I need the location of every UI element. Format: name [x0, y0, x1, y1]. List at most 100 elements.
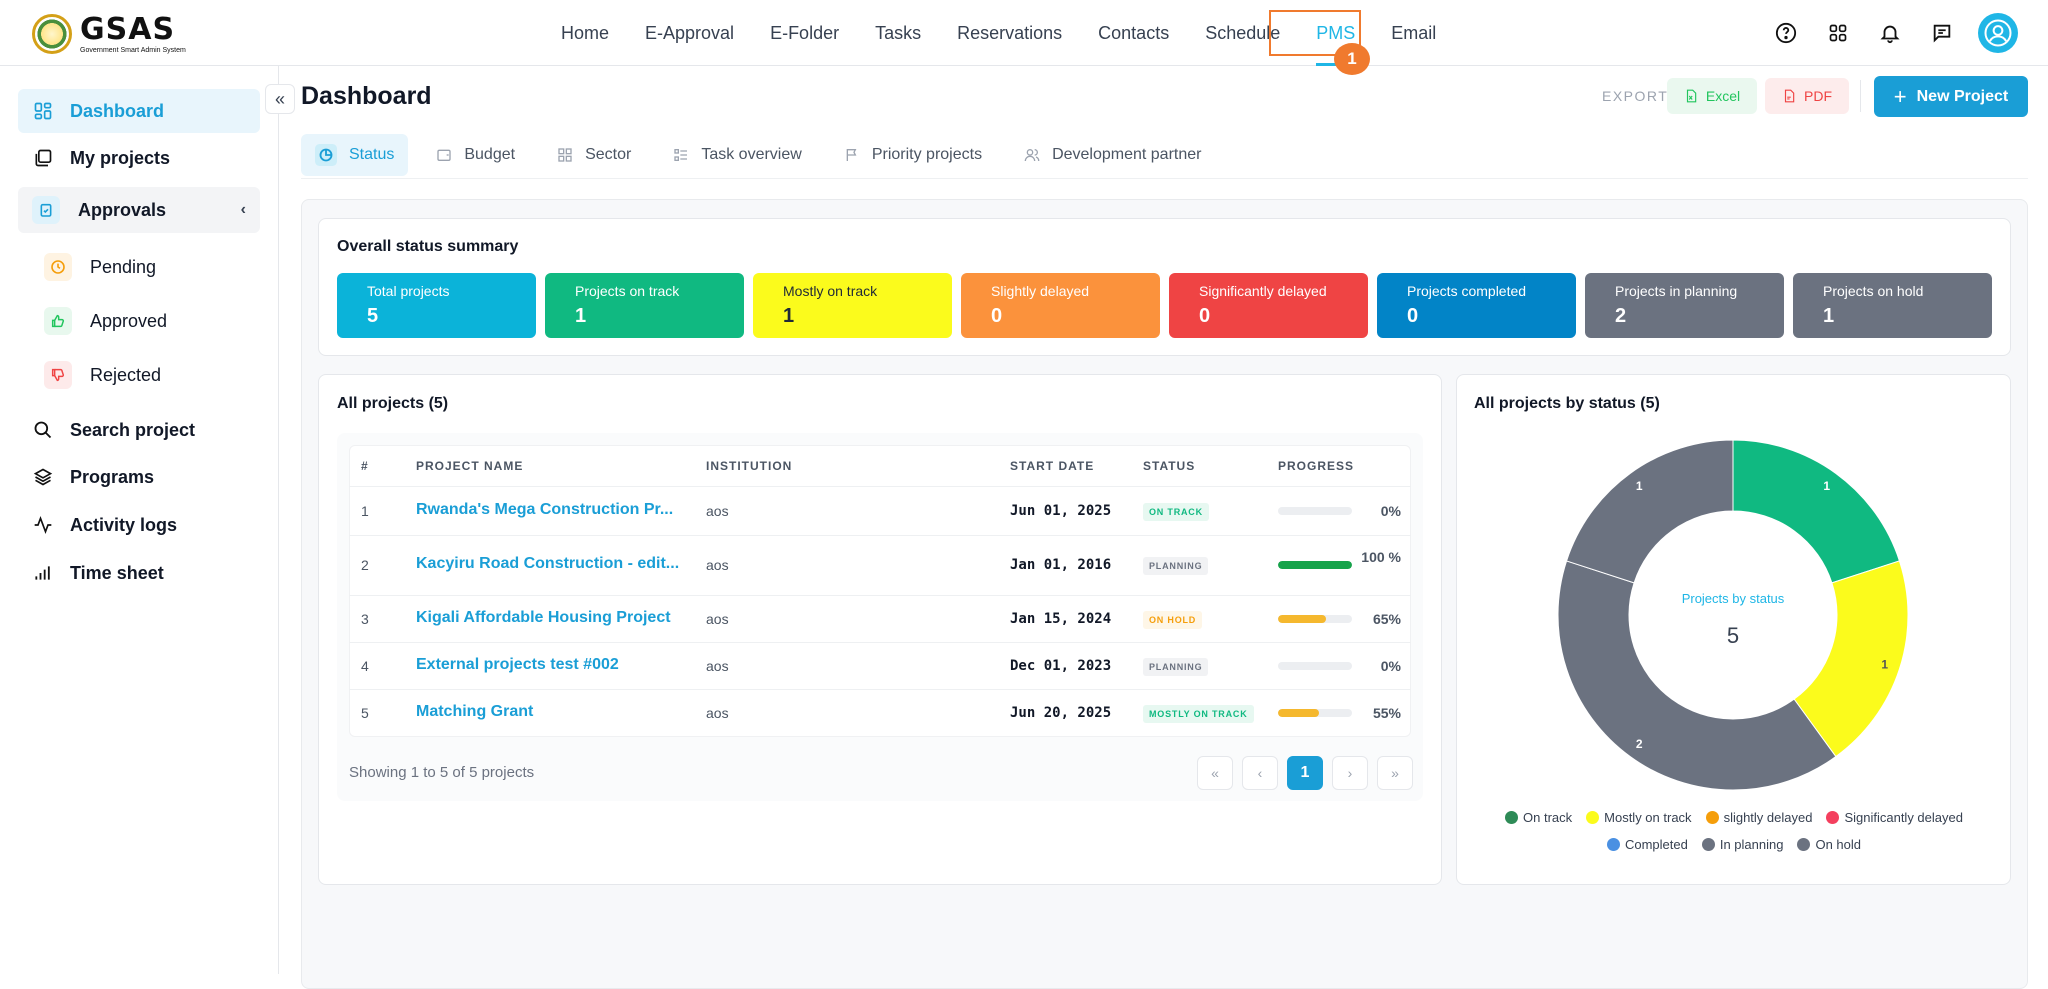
- sidebar-subitem-pending[interactable]: Pending: [44, 247, 156, 287]
- sidebar-item-label: My projects: [70, 147, 171, 168]
- tab-priority-projects[interactable]: Priority projects: [830, 134, 996, 176]
- progress-percent: 0%: [1380, 657, 1401, 674]
- pagination-prev-button[interactable]: ‹: [1242, 756, 1278, 790]
- export-excel-button[interactable]: Excel: [1667, 78, 1757, 114]
- pagination-next-button[interactable]: ›: [1332, 756, 1368, 790]
- nav-email[interactable]: Email: [1373, 0, 1454, 66]
- stat-card[interactable]: Significantly delayed 0: [1169, 273, 1368, 338]
- legend-item[interactable]: In planning: [1701, 837, 1783, 852]
- tab-status[interactable]: Status: [301, 134, 409, 176]
- top-bar: GSAS Government Smart Admin System Home …: [0, 0, 2048, 66]
- new-project-button[interactable]: + New Project: [1874, 76, 2028, 117]
- nav-e-folder[interactable]: E-Folder: [752, 0, 857, 66]
- brand-logo[interactable]: GSAS Government Smart Admin System: [32, 14, 186, 54]
- tab-sector[interactable]: Sector: [543, 134, 645, 176]
- search-icon: [32, 419, 54, 441]
- pagination-page-1[interactable]: 1: [1287, 756, 1323, 790]
- nav-e-approval[interactable]: E-Approval: [627, 0, 752, 66]
- tab-budget[interactable]: Budget: [422, 134, 529, 176]
- sidebar-item-programs[interactable]: Programs: [18, 455, 260, 499]
- donut-slice[interactable]: [1732, 439, 1901, 584]
- column-header-progress[interactable]: PROGRESS: [1278, 459, 1354, 473]
- nav-reservations[interactable]: Reservations: [939, 0, 1080, 66]
- stat-card[interactable]: Projects completed 0: [1377, 273, 1576, 338]
- status-badge: PLANNING: [1143, 657, 1209, 676]
- nav-contacts[interactable]: Contacts: [1080, 0, 1187, 66]
- sidebar-item-activity-logs[interactable]: Activity logs: [18, 503, 260, 547]
- legend-swatch: [1826, 811, 1840, 824]
- donut-slice[interactable]: [1565, 439, 1734, 584]
- project-name-link[interactable]: Matching Grant: [416, 703, 533, 721]
- tab-development-partner[interactable]: Development partner: [1010, 134, 1215, 176]
- sidebar-item-search-project[interactable]: Search project: [18, 408, 260, 452]
- start-date: Jan 01, 2016: [1010, 557, 1112, 573]
- stat-card[interactable]: Slightly delayed 0: [961, 273, 1160, 338]
- legend-label: Mostly on track: [1604, 810, 1692, 825]
- project-name-link[interactable]: External projects test #002: [416, 656, 619, 674]
- export-pdf-button[interactable]: PDF: [1765, 78, 1849, 114]
- stat-value: 0: [1407, 305, 1419, 327]
- donut-center-label: Projects by status: [1682, 591, 1785, 606]
- projects-by-status-donut: 1 1 2 1 Projects by status 5: [1557, 439, 1909, 791]
- sidebar-item-dashboard[interactable]: Dashboard: [18, 89, 260, 133]
- pagination-first-button[interactable]: «: [1197, 756, 1233, 790]
- stat-value: 1: [783, 305, 795, 327]
- page-title: Dashboard: [301, 82, 432, 110]
- column-header-start-date[interactable]: START DATE: [1010, 459, 1094, 473]
- new-project-label: New Project: [1916, 87, 2009, 105]
- stat-card[interactable]: Mostly on track 1: [753, 273, 952, 338]
- sidebar-item-time-sheet[interactable]: Time sheet: [18, 551, 260, 595]
- legend-swatch: [1701, 838, 1715, 851]
- start-date: Dec 01, 2023: [1010, 657, 1112, 674]
- stat-card[interactable]: Projects on hold 1: [1793, 273, 1992, 338]
- project-name-link[interactable]: Rwanda's Mega Construction Pr...: [416, 501, 673, 519]
- stat-card[interactable]: Projects in planning 2: [1585, 273, 1784, 338]
- clipboard-check-icon: [32, 196, 60, 224]
- column-header-project-name[interactable]: PROJECT NAME: [416, 459, 523, 473]
- sidebar-subitem-approved[interactable]: Approved: [44, 301, 167, 341]
- legend-item[interactable]: slightly delayed: [1705, 810, 1812, 825]
- chevron-left-icon[interactable]: ‹: [241, 201, 246, 219]
- pagination-last-button[interactable]: »: [1377, 756, 1413, 790]
- user-avatar-icon[interactable]: [1978, 13, 2018, 53]
- table-row-divider: [349, 535, 1411, 536]
- stat-card[interactable]: Projects on track 1: [545, 273, 744, 338]
- legend-item[interactable]: Completed: [1606, 837, 1688, 852]
- dashboard-icon: [32, 100, 54, 122]
- progress-percent: 65%: [1372, 610, 1401, 627]
- chart-title: All projects by status (5): [1474, 395, 1660, 412]
- legend-swatch: [1606, 838, 1620, 851]
- legend-item[interactable]: Mostly on track: [1586, 810, 1692, 825]
- start-date: Jan 15, 2024: [1010, 610, 1112, 627]
- table-row-divider: [349, 595, 1411, 596]
- pagination-summary: Showing 1 to 5 of 5 projects: [349, 764, 535, 781]
- legend-item[interactable]: Significantly delayed: [1826, 810, 1963, 825]
- sidebar-item-my-projects[interactable]: My projects: [18, 136, 260, 180]
- project-name-link[interactable]: Kigali Affordable Housing Project: [416, 609, 671, 627]
- row-number: 4: [361, 657, 369, 674]
- chat-icon[interactable]: [1928, 19, 1956, 47]
- column-header-institution[interactable]: INSTITUTION: [706, 459, 792, 473]
- sidebar-subitem-rejected[interactable]: Rejected: [44, 355, 161, 395]
- column-header-status[interactable]: STATUS: [1143, 459, 1195, 473]
- stat-label: Total projects: [367, 283, 450, 299]
- collapse-sidebar-button[interactable]: «: [265, 84, 295, 114]
- nav-tasks[interactable]: Tasks: [857, 0, 939, 66]
- excel-file-icon: [1686, 89, 1697, 103]
- bell-icon[interactable]: [1876, 19, 1904, 47]
- legend-item[interactable]: On hold: [1797, 837, 1861, 852]
- nav-home[interactable]: Home: [543, 0, 627, 66]
- annotation-badge: 1: [1334, 43, 1370, 75]
- start-date: Jun 01, 2025: [1010, 502, 1112, 519]
- stat-value: 5: [367, 305, 379, 327]
- tab-label: Development partner: [1052, 146, 1202, 163]
- apps-grid-icon[interactable]: [1824, 19, 1852, 47]
- legend-item[interactable]: On track: [1505, 810, 1572, 825]
- chevron-right-icon: ›: [1347, 765, 1353, 781]
- help-icon[interactable]: [1772, 19, 1800, 47]
- stat-card[interactable]: Total projects 5: [337, 273, 536, 338]
- brand-subtitle: Government Smart Admin System: [80, 46, 186, 54]
- project-name-link[interactable]: Kacyiru Road Construction - edit...: [416, 555, 679, 573]
- sidebar-item-approvals[interactable]: Approvals ‹: [18, 187, 260, 233]
- tab-task-overview[interactable]: Task overview: [659, 134, 815, 176]
